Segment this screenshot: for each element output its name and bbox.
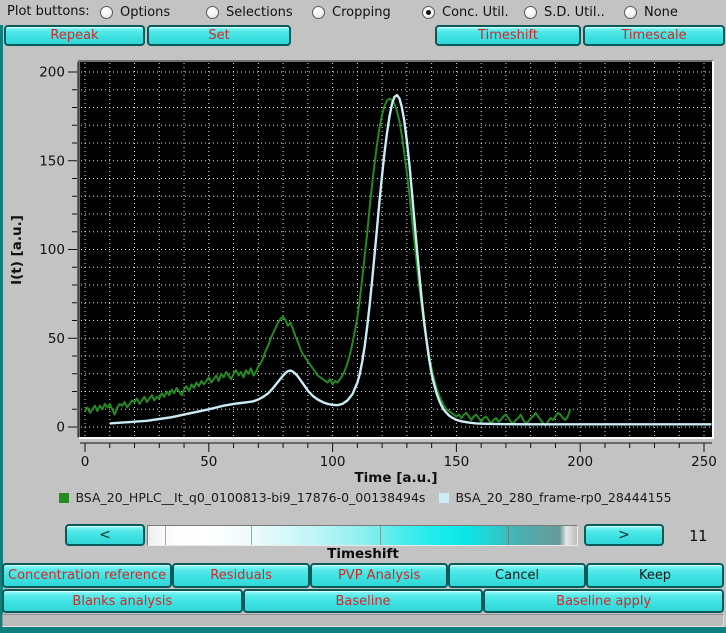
radio-circle-icon[interactable] <box>624 6 637 19</box>
x-axis-title: Time [a.u.] <box>354 470 438 486</box>
plot-canvas: 0 50 100 150 200 0 50 100 150 200 250 <box>39 60 717 470</box>
wheel-segment-divider <box>250 526 252 545</box>
action-row-2: Blanks analysis Baseline Baseline apply <box>2 589 725 613</box>
svg-text:0: 0 <box>81 454 90 470</box>
cancel-button[interactable]: Cancel <box>448 563 587 588</box>
blanks-analysis-button[interactable]: Blanks analysis <box>2 589 243 613</box>
radio-label: S.D. Util.. <box>544 5 605 20</box>
radio-circle-icon[interactable] <box>206 6 219 19</box>
radio-circle-icon[interactable] <box>312 6 325 19</box>
legend-item: BSA_20_280_frame-rp0_28444155 <box>439 490 672 505</box>
concentration-reference-button[interactable]: Concentration reference <box>2 563 173 588</box>
radio-label: Selections <box>226 5 293 20</box>
legend-label: BSA_20_280_frame-rp0_28444155 <box>455 490 672 505</box>
svg-text:50: 50 <box>48 331 65 347</box>
legend-item: BSA_20_HPLC__It_q0_0100813-bi9_17876-0_0… <box>59 490 425 505</box>
progress-strip <box>2 614 724 627</box>
plot-widget: 0 50 100 150 200 0 50 100 150 200 250 I(t) [a.u.] … <box>5 46 726 512</box>
plot-buttons-bar: Plot buttons: Options Selections Cropping C… <box>0 0 726 25</box>
radio-circle-icon[interactable] <box>524 6 537 19</box>
timeshift-decrement-button[interactable]: < <box>65 524 145 546</box>
radio-selections[interactable]: Selections <box>206 5 293 20</box>
radio-s-d-util[interactable]: S.D. Util.. <box>524 5 605 20</box>
us-somo-hplc-plot-window: Plot buttons: Options Selections Cropping C… <box>0 0 726 633</box>
wheel-segment-divider <box>165 526 167 545</box>
action-row-1: Concentration reference Residuals PVP Anal… <box>2 563 724 588</box>
baseline-button[interactable]: Baseline <box>242 589 484 613</box>
svg-text:50: 50 <box>200 454 217 470</box>
pvp-analysis-button[interactable]: PVP Analysis <box>310 563 449 588</box>
legend-swatch-icon <box>59 492 70 503</box>
svg-text:150: 150 <box>444 454 470 470</box>
timeshift-increment-button[interactable]: > <box>584 524 664 546</box>
svg-text:100: 100 <box>320 454 346 470</box>
set-button[interactable]: Set <box>147 25 291 46</box>
keep-button[interactable]: Keep <box>586 563 724 588</box>
svg-text:250: 250 <box>691 454 717 470</box>
wheel-segment-divider <box>379 526 381 545</box>
svg-text:200: 200 <box>39 65 65 81</box>
wheel-segment-divider <box>508 526 510 545</box>
plot-legend: BSA_20_HPLC__It_q0_0100813-bi9_17876-0_0… <box>5 490 726 505</box>
repeak-button[interactable]: Repeak <box>4 25 145 46</box>
radio-circle-icon[interactable] <box>422 6 435 19</box>
legend-swatch-icon <box>439 492 450 503</box>
legend-label: BSA_20_HPLC__It_q0_0100813-bi9_17876-0_0… <box>75 490 426 505</box>
radio-none[interactable]: None <box>624 5 678 20</box>
y-axis-title: I(t) [a.u.] <box>9 215 25 285</box>
timeshift-value: 11 <box>688 527 708 545</box>
svg-text:200: 200 <box>567 454 593 470</box>
radio-options[interactable]: Options <box>100 5 170 20</box>
timeshift-button[interactable]: Timeshift <box>435 25 581 46</box>
svg-text:100: 100 <box>39 242 65 258</box>
timeshift-wheel-label: Timeshift <box>327 546 399 562</box>
svg-text:150: 150 <box>39 153 65 169</box>
baseline-apply-button[interactable]: Baseline apply <box>483 589 725 613</box>
svg-text:0: 0 <box>56 420 65 436</box>
radio-label: Conc. Util. <box>442 5 509 20</box>
residuals-button[interactable]: Residuals <box>172 563 311 588</box>
radio-cropping[interactable]: Cropping <box>312 5 391 20</box>
radio-conc-util[interactable]: Conc. Util. <box>422 5 509 20</box>
plot-buttons-label: Plot buttons: <box>7 4 90 19</box>
timeshift-wheel[interactable] <box>147 525 578 546</box>
radio-label: Options <box>120 5 171 20</box>
radio-label: None <box>644 5 678 20</box>
timescale-button[interactable]: Timescale <box>583 25 725 46</box>
radio-label: Cropping <box>332 5 391 20</box>
radio-circle-icon[interactable] <box>100 6 113 19</box>
